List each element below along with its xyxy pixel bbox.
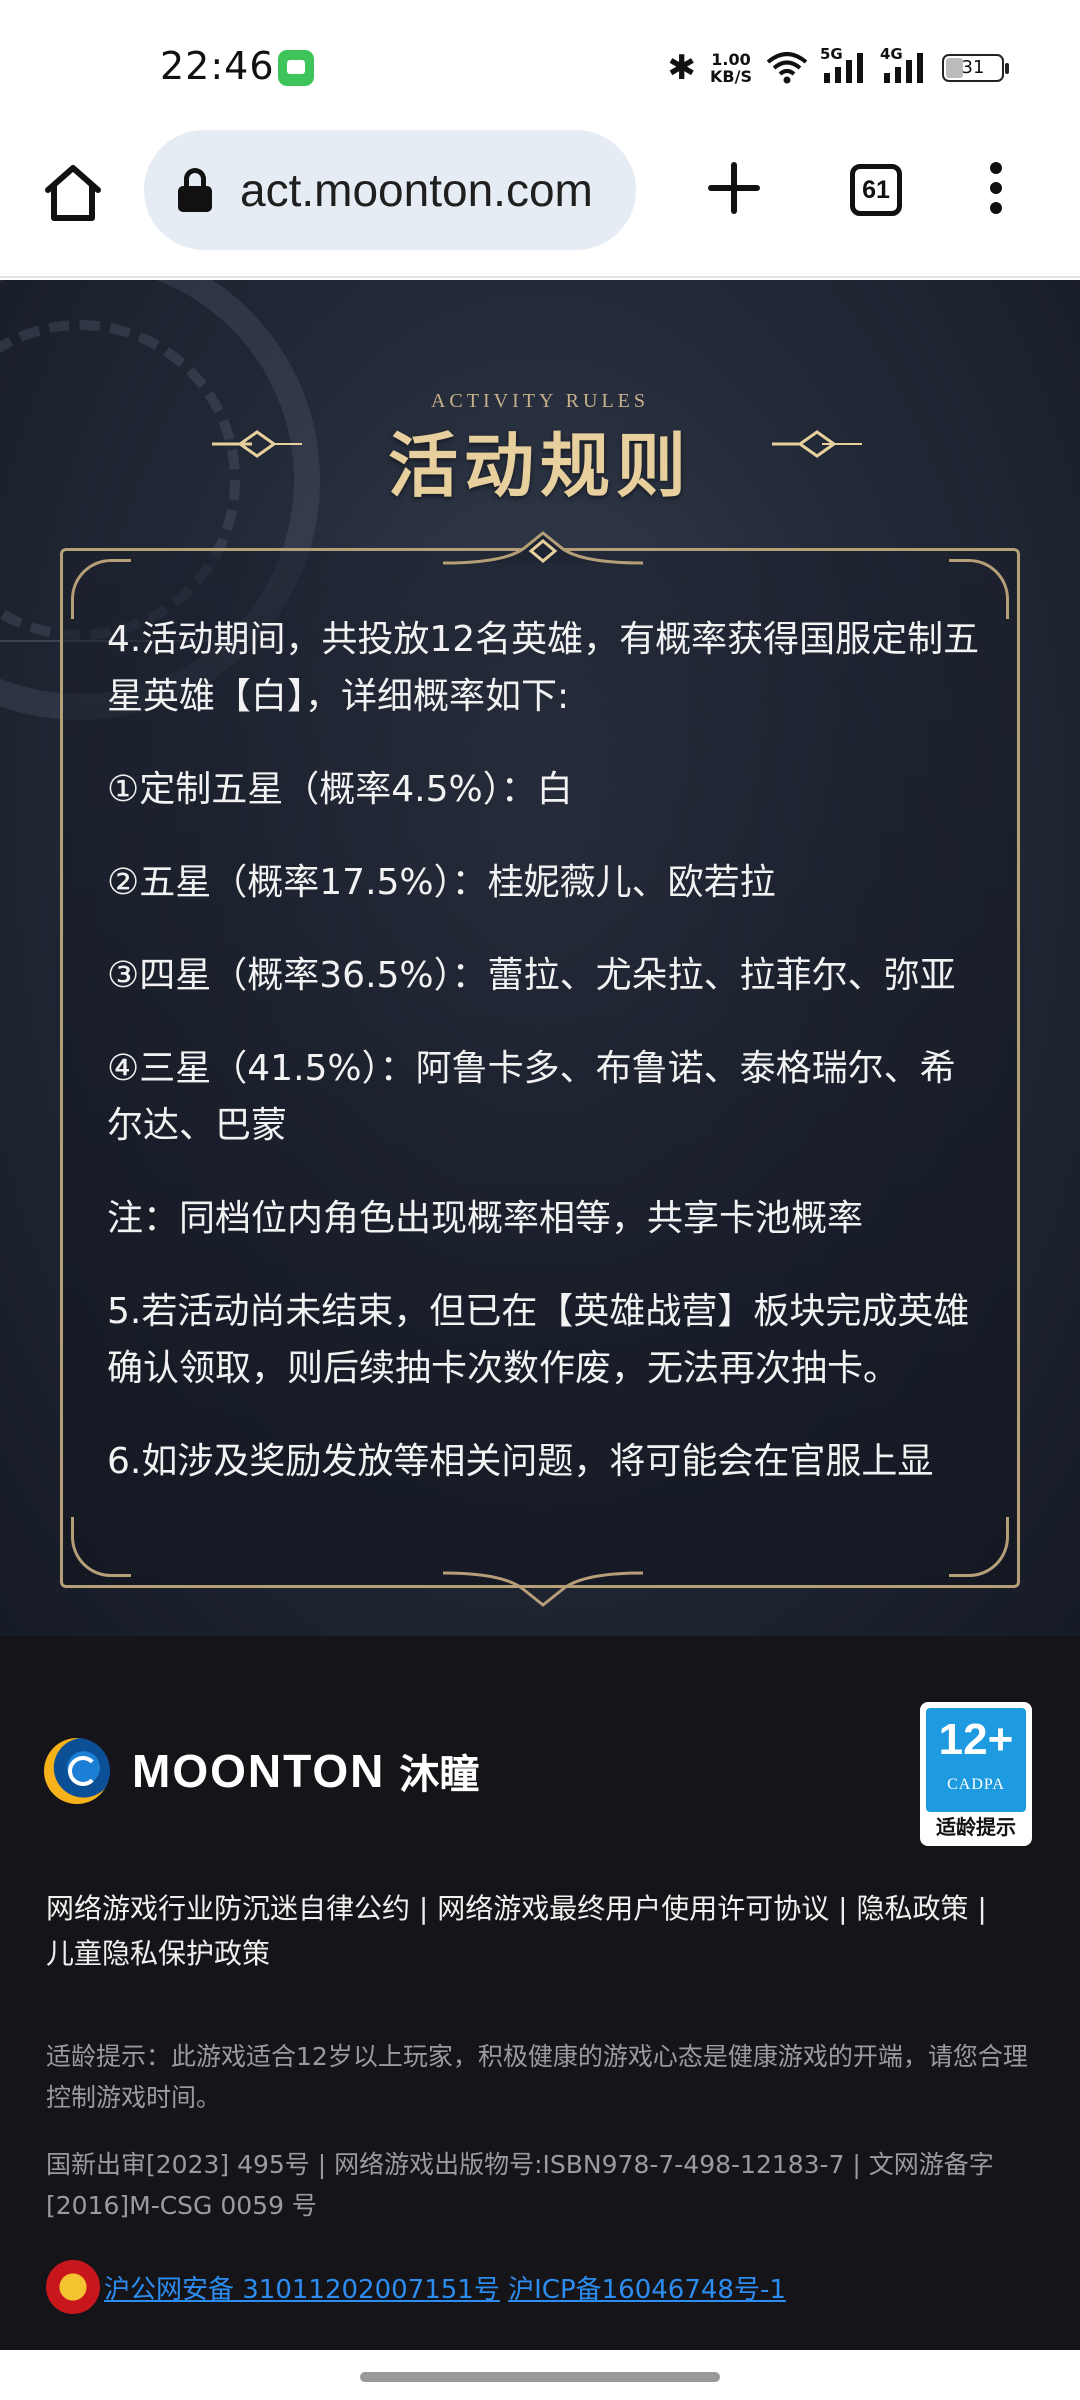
address-bar[interactable]: act.moonton.com xyxy=(144,130,636,250)
age-tip-text: 适龄提示：此游戏适合12岁以上玩家，积极健康的游戏心态是健康游戏的开端，请您合理… xyxy=(46,2042,1028,2112)
signal-4g-icon: 4G xyxy=(880,45,928,85)
battery-icon: 31 xyxy=(942,54,1009,82)
beian-icp-link[interactable]: 沪ICP备16046748号-1 xyxy=(508,2275,786,2305)
footer-link-privacy[interactable]: 隐私政策 xyxy=(857,1892,969,1925)
network-speed: 1.00 KB/S xyxy=(710,51,752,85)
footer-link-eula[interactable]: 网络游戏最终用户使用许可协议 xyxy=(437,1892,829,1925)
rules-frame: 4.活动期间，共投放12名英雄，有概率获得国服定制五星英雄【白】，详细概率如下:… xyxy=(60,531,1020,1607)
rules-text-scroll[interactable]: 4.活动期间，共投放12名英雄，有概率获得国服定制五星英雄【白】，详细概率如下:… xyxy=(107,611,989,1531)
age-rating-badge: 12+ CADPA 适龄提示 xyxy=(920,1702,1032,1846)
rule-paragraph: ④三星（41.5%）：阿鲁卡多、布鲁诺、泰格瑞尔、希尔达、巴蒙 xyxy=(107,1048,956,1146)
age-rating-label: 适龄提示 xyxy=(936,1815,1016,1839)
status-bar: 22:46 ✱ 1.00 KB/S 5G 4G 31 xyxy=(0,0,1080,130)
logo-text: MOONTON xyxy=(132,1745,386,1797)
age-rating-org: CADPA xyxy=(947,1776,1005,1793)
rule-paragraph: 6.如涉及奖励发放等相关问题，将可能会在官服上显 xyxy=(107,1441,934,1482)
rule-paragraph: ③四星（概率36.5%）：蕾拉、尤朵拉、拉菲尔、弥亚 xyxy=(107,955,956,996)
signal-4g-label: 4G xyxy=(880,45,903,63)
moonton-logo-icon xyxy=(44,1738,110,1804)
wifi-icon xyxy=(766,52,808,84)
frame-corner xyxy=(71,559,131,619)
signal-5g-icon: 5G xyxy=(820,45,868,85)
signal-5g-label: 5G xyxy=(820,45,843,63)
frame-bottom-ornament xyxy=(443,1571,643,1607)
menu-dot xyxy=(990,202,1002,214)
rule-paragraph: ②五星（概率17.5%）：桂妮薇儿、欧若拉 xyxy=(107,862,776,903)
footer-links: 网络游戏行业防沉迷自律公约 | 网络游戏最终用户使用许可协议 | 隐私政策 | … xyxy=(46,1886,1036,1976)
home-icon xyxy=(45,165,101,221)
rule-paragraph: 注：同档位内角色出现概率相等，共享卡池概率 xyxy=(107,1198,864,1239)
bluetooth-icon: ✱ xyxy=(667,48,697,88)
police-emblem-icon xyxy=(46,2260,100,2314)
frame-top-ornament xyxy=(443,531,643,565)
network-speed-value: 1.00 xyxy=(711,50,751,69)
link-separator: | xyxy=(968,1892,987,1925)
rules-header-title: 活动规则 xyxy=(388,424,692,507)
rule-paragraph: ①定制五星（概率4.5%）：白 xyxy=(107,769,573,810)
menu-dot xyxy=(990,182,1002,194)
logo-text-cn: 沐瞳 xyxy=(399,1752,480,1798)
site-footer: MOONTON 沐瞳 12+ CADPA 适龄提示 网络游戏行业防沉迷自律公约 … xyxy=(0,1636,1080,2350)
network-speed-unit: KB/S xyxy=(710,67,752,86)
message-notification-icon xyxy=(278,50,314,86)
home-gesture-handle[interactable] xyxy=(360,2372,720,2382)
url-text[interactable]: act.moonton.com xyxy=(240,163,593,217)
beian-row: 沪公网安备 31011202007151号 沪ICP备16046748号-1 xyxy=(46,2260,786,2314)
link-separator: | xyxy=(829,1892,857,1925)
battery-fill xyxy=(946,58,963,78)
more-options-button[interactable] xyxy=(986,162,1006,222)
registration-text: 国新出审[2023] 495号 | 网络游戏出版物号:ISBN978-7-498… xyxy=(46,2150,994,2220)
gesture-navigation-bar xyxy=(0,2350,1080,2400)
age-rating-number: 12+ xyxy=(938,1715,1014,1764)
footer-link-anti-addiction[interactable]: 网络游戏行业防沉迷自律公约 xyxy=(46,1892,410,1925)
lock-icon[interactable] xyxy=(176,168,214,212)
beian-police-link[interactable]: 沪公网安备 31011202007151号 xyxy=(104,2275,500,2305)
new-tab-button[interactable] xyxy=(706,160,762,216)
menu-dot xyxy=(990,162,1002,174)
battery-level: 31 xyxy=(961,57,985,78)
rule-paragraph: 4.活动期间，共投放12名英雄，有概率获得国服定制五星英雄【白】，详细概率如下: xyxy=(107,619,980,717)
title-ornament-right xyxy=(772,430,862,458)
activity-rules-section: ACTIVITY RULES 活动规则 4.活动期间，共投放12名英雄，有概率获… xyxy=(0,280,1080,1636)
status-icons: ✱ 1.00 KB/S 5G 4G 31 xyxy=(667,45,1009,90)
frame-corner xyxy=(949,559,1009,619)
link-separator: | xyxy=(410,1892,438,1925)
home-button[interactable] xyxy=(40,160,106,226)
rule-paragraph: 5.若活动尚未结束，但已在【英雄战营】板块完成英雄确认领取，则后续抽卡次数作废，… xyxy=(107,1291,970,1389)
browser-toolbar: act.moonton.com 61 xyxy=(0,130,1080,278)
moonton-logo: MOONTON 沐瞳 xyxy=(44,1738,479,1804)
tab-switcher-button[interactable]: 61 xyxy=(850,164,902,216)
status-time: 22:46 xyxy=(160,44,275,88)
footer-link-child-privacy[interactable]: 儿童隐私保护政策 xyxy=(46,1937,270,1970)
